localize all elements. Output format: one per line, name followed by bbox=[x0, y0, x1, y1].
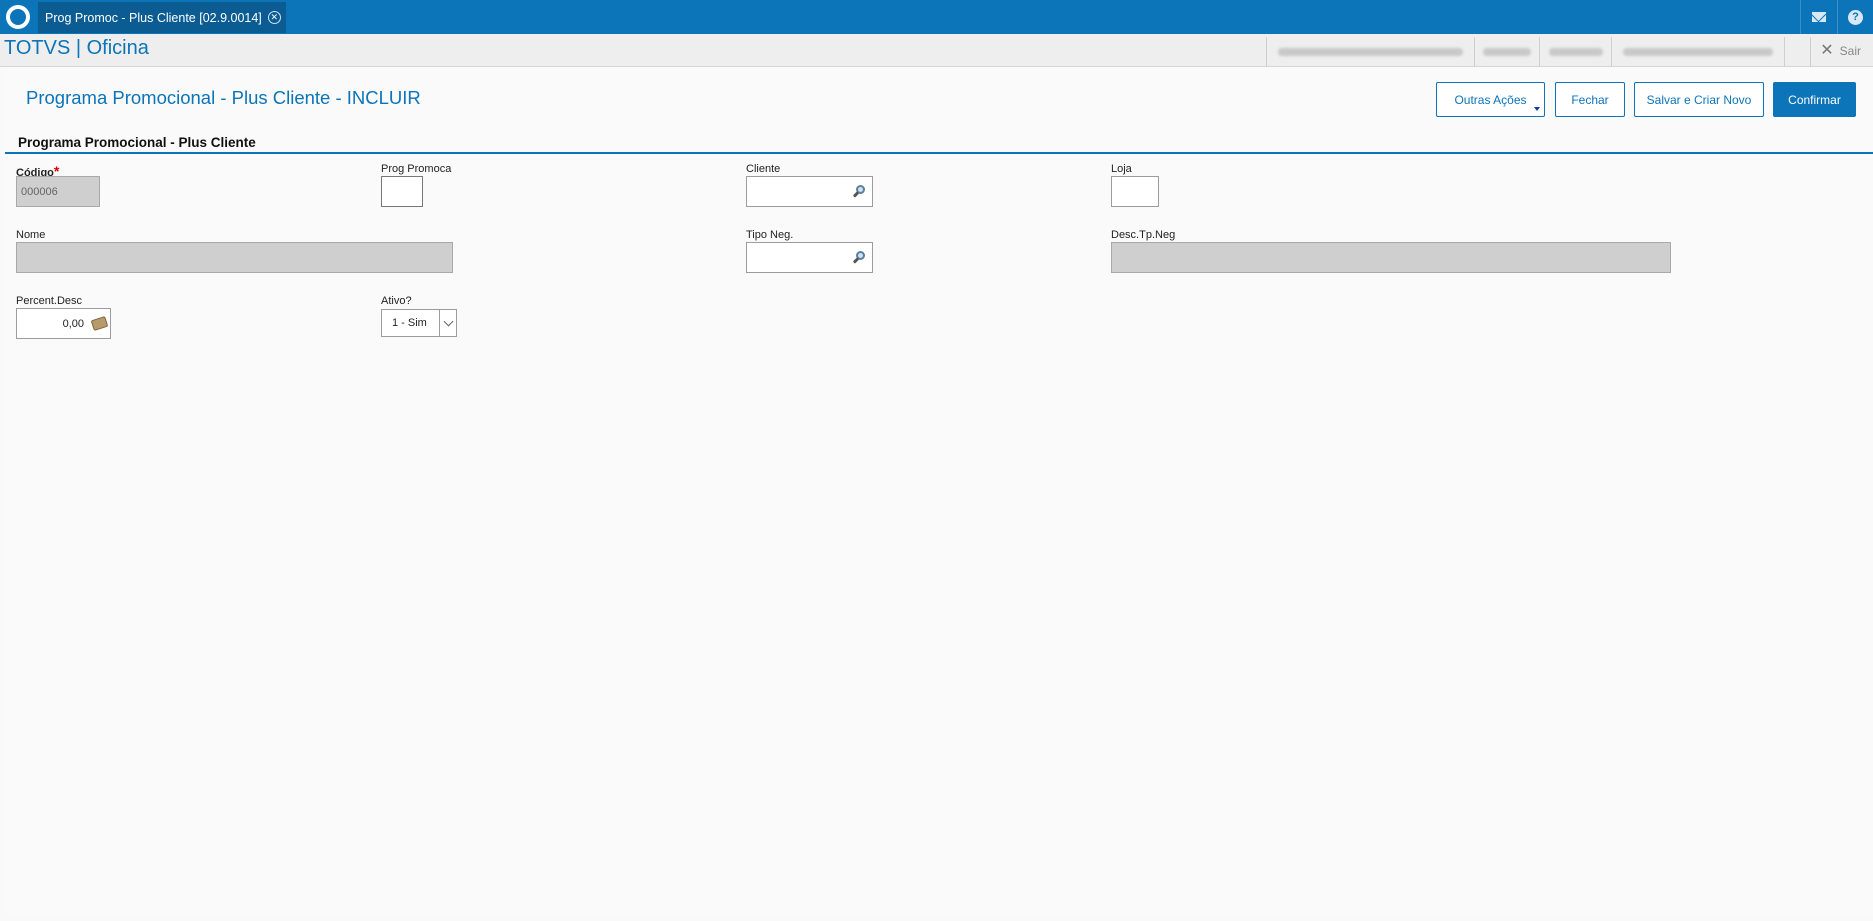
ativo-select[interactable]: 1 - Sim bbox=[381, 309, 457, 337]
confirm-button[interactable]: Confirmar bbox=[1773, 82, 1856, 117]
ativo-label: Ativo? bbox=[381, 295, 412, 307]
prog-promoca-label: Prog Promoca bbox=[381, 163, 452, 175]
logout-button[interactable]: ✕ Sair bbox=[1820, 42, 1861, 59]
desc-tp-neg-label: Desc.Tp.Neg bbox=[1111, 229, 1176, 241]
percent-desc-value: 0,00 bbox=[62, 317, 84, 330]
save-and-new-label: Salvar e Criar Novo bbox=[1646, 92, 1752, 107]
calculator-icon[interactable] bbox=[90, 315, 109, 332]
other-actions-label: Outras Ações bbox=[1454, 92, 1527, 107]
brand-title: TOTVS | Oficina bbox=[4, 37, 149, 59]
date-info bbox=[1539, 37, 1611, 67]
prog-promoca-field[interactable] bbox=[381, 176, 423, 207]
tipo-neg-field[interactable] bbox=[746, 242, 873, 273]
section-title: Programa Promocional - Plus Cliente bbox=[18, 135, 256, 150]
search-icon[interactable] bbox=[852, 250, 867, 265]
tab-prog-promoc[interactable]: Prog Promoc - Plus Cliente [02.9.0014] ✕ bbox=[38, 2, 286, 33]
confirm-label: Confirmar bbox=[1788, 92, 1841, 107]
codigo-field: 000006 bbox=[16, 176, 100, 207]
branch-info bbox=[1611, 37, 1784, 67]
other-actions-button[interactable]: Outras Ações bbox=[1436, 82, 1545, 117]
tipo-neg-label: Tipo Neg. bbox=[746, 229, 794, 241]
search-icon[interactable] bbox=[852, 184, 867, 199]
codigo-value: 000006 bbox=[21, 185, 58, 198]
loja-field[interactable] bbox=[1111, 176, 1159, 207]
desc-tp-neg-field bbox=[1111, 242, 1671, 273]
logout-label: Sair bbox=[1839, 44, 1861, 58]
close-label: Fechar bbox=[1571, 92, 1609, 107]
chevron-down-icon bbox=[443, 316, 453, 326]
separator bbox=[1810, 37, 1811, 67]
percent-desc-field[interactable]: 0,00 bbox=[16, 308, 111, 339]
mail-icon bbox=[1811, 12, 1826, 22]
caret-down-icon bbox=[1534, 107, 1540, 111]
separator bbox=[1784, 37, 1806, 67]
totvs-logo-icon[interactable] bbox=[0, 0, 36, 34]
environment-info bbox=[1266, 37, 1474, 67]
help-button[interactable]: ? bbox=[1837, 0, 1873, 34]
section-divider bbox=[5, 152, 1873, 154]
ativo-value: 1 - Sim bbox=[392, 317, 427, 329]
nome-field bbox=[16, 242, 453, 273]
close-button[interactable]: Fechar bbox=[1555, 82, 1625, 117]
tab-title: Prog Promoc - Plus Cliente [02.9.0014] bbox=[45, 10, 262, 25]
mail-button[interactable] bbox=[1800, 0, 1836, 34]
header-bar: TOTVS | Oficina ✕ Sair bbox=[0, 34, 1873, 67]
close-icon: ✕ bbox=[1820, 42, 1834, 59]
cliente-label: Cliente bbox=[746, 163, 781, 175]
help-icon: ? bbox=[1848, 9, 1863, 25]
loja-label: Loja bbox=[1111, 163, 1132, 175]
nome-label: Nome bbox=[16, 229, 46, 241]
user-info bbox=[1474, 37, 1539, 67]
dropdown-button[interactable] bbox=[439, 310, 456, 336]
cliente-field[interactable] bbox=[746, 176, 873, 207]
close-tab-icon[interactable]: ✕ bbox=[267, 11, 281, 24]
save-and-new-button[interactable]: Salvar e Criar Novo bbox=[1634, 82, 1764, 117]
top-bar: Prog Promoc - Plus Cliente [02.9.0014] ✕… bbox=[0, 0, 1873, 34]
percent-desc-label: Percent.Desc bbox=[16, 295, 83, 307]
main-content bbox=[5, 68, 1873, 916]
page-title: Programa Promocional - Plus Cliente - IN… bbox=[26, 87, 421, 108]
